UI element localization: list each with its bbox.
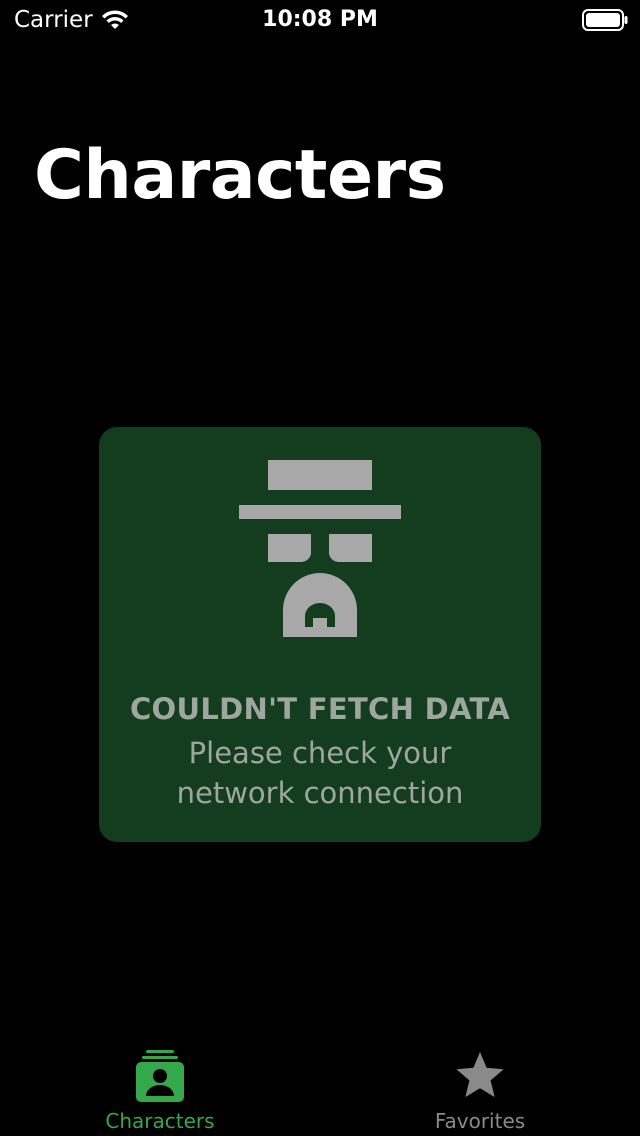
characters-icon (136, 1050, 184, 1102)
battery-icon (582, 9, 628, 31)
tab-characters[interactable]: Characters (0, 1036, 320, 1136)
star-icon (456, 1052, 504, 1097)
tab-favorites[interactable]: Favorites (320, 1036, 640, 1136)
tab-bar: Characters Favorites (0, 1036, 640, 1136)
error-message: Please check your network connection (176, 736, 464, 810)
error-card: COULDN'T FETCH DATA Please check your ne… (99, 427, 541, 842)
page-title: Characters (34, 136, 446, 215)
status-bar: Carrier 10:08 PM (0, 0, 640, 40)
tab-label-characters: Characters (105, 1109, 215, 1133)
heisenberg-icon (239, 460, 401, 637)
error-title: COULDN'T FETCH DATA (129, 692, 511, 726)
clock: 10:08 PM (262, 7, 378, 32)
tab-label-favorites: Favorites (434, 1109, 526, 1133)
